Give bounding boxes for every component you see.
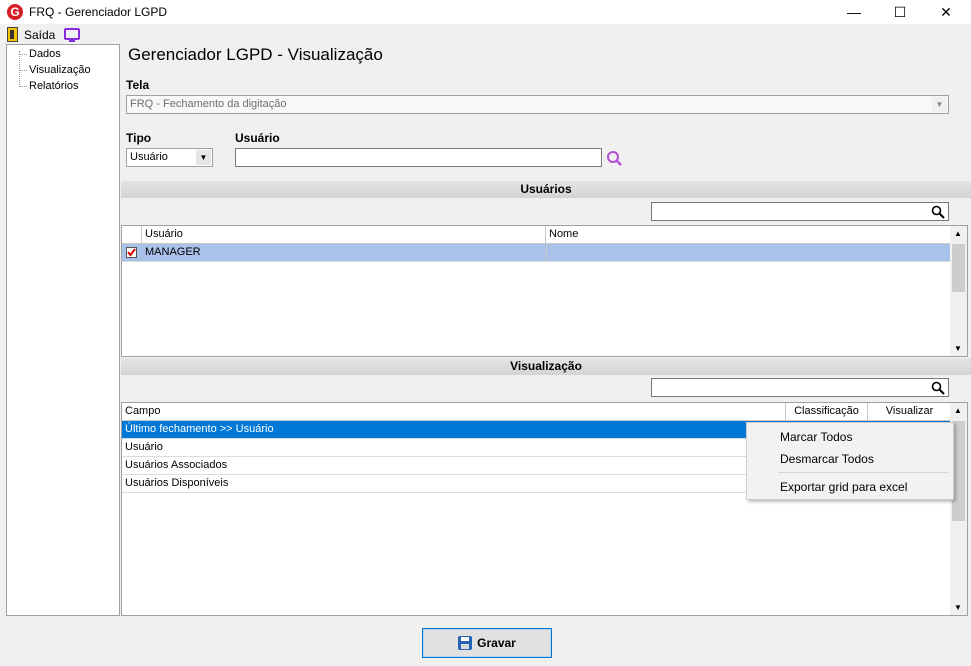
tree-item-dados[interactable]: Dados [29,48,61,60]
tipo-value: Usuário [130,151,168,163]
row-checkbox[interactable] [126,247,137,258]
menu-item-marcar-todos[interactable]: Marcar Todos [780,430,852,444]
save-button[interactable]: Gravar [422,628,552,658]
menu-separator [778,472,949,473]
tree-connector [19,86,27,87]
scroll-up-icon[interactable]: ▲ [954,229,962,238]
exit-door-icon[interactable] [7,27,18,42]
tree-item-visualizacao[interactable]: Visualização [29,64,91,76]
scroll-down-icon[interactable]: ▼ [954,344,962,353]
grid-header-campo[interactable]: Campo [122,403,786,421]
checkmark-icon [127,248,136,257]
monitor-icon[interactable] [64,28,80,42]
scroll-up-icon[interactable]: ▲ [954,406,962,415]
menu-bar [0,24,971,44]
page-title: Gerenciador LGPD - Visualização [128,45,383,64]
view-search-input[interactable] [651,378,949,397]
app-logo-icon: G [7,4,23,20]
chevron-down-icon[interactable]: ▼ [932,97,947,112]
search-icon[interactable] [931,205,945,219]
table-row[interactable]: MANAGER [122,244,951,262]
usuario-label: Usuário [235,131,280,145]
context-menu: Marcar Todos Desmarcar Todos Exportar gr… [746,422,954,500]
view-section-header: Visualização [121,358,971,375]
grid-header-nome[interactable]: Nome [546,226,952,244]
users-section-header: Usuários [121,181,971,198]
tree-connector [19,70,27,71]
tela-value: FRQ - Fechamento da digitação [130,98,287,110]
grid-header-classificacao[interactable]: Classificação [786,403,868,421]
menu-item-desmarcar-todos[interactable]: Desmarcar Todos [780,452,874,466]
floppy-disk-icon [458,636,473,650]
grid-header-visualizar[interactable]: Visualizar [868,403,951,421]
grid-header-check [122,226,142,244]
tipo-label: Tipo [126,131,152,145]
tela-select[interactable]: FRQ - Fechamento da digitação ▼ [126,95,949,114]
minimize-button[interactable]: — [831,0,877,24]
tipo-select[interactable]: Usuário ▼ [126,148,213,167]
close-button[interactable]: ✕ [923,0,969,24]
users-grid-scrollbar[interactable]: ▲ ▼ [950,226,967,356]
menu-item-exportar-excel[interactable]: Exportar grid para excel [780,480,907,494]
search-icon[interactable] [931,381,945,395]
chevron-down-icon[interactable]: ▼ [196,150,211,165]
column-divider [546,244,547,262]
navigation-tree: Dados Visualização Relatórios [6,44,120,616]
tree-connector [19,51,20,85]
row-usuario: MANAGER [145,246,201,258]
users-search-input[interactable] [651,202,949,221]
usuario-input[interactable] [235,148,602,167]
window-title: FRQ - Gerenciador LGPD [29,5,168,19]
grid-header-usuario[interactable]: Usuário [142,226,546,244]
scrollbar-thumb[interactable] [952,244,965,292]
save-button-label: Gravar [477,636,516,650]
scroll-down-icon[interactable]: ▼ [954,603,962,612]
menu-exit[interactable]: Saída [24,28,55,42]
tree-connector [19,54,27,55]
search-icon[interactable] [606,150,623,167]
tela-label: Tela [126,78,150,92]
tree-item-relatorios[interactable]: Relatórios [29,80,79,92]
users-grid: Usuário Nome MANAGER ▲ ▼ [121,225,968,357]
maximize-button[interactable]: ☐ [877,0,923,24]
